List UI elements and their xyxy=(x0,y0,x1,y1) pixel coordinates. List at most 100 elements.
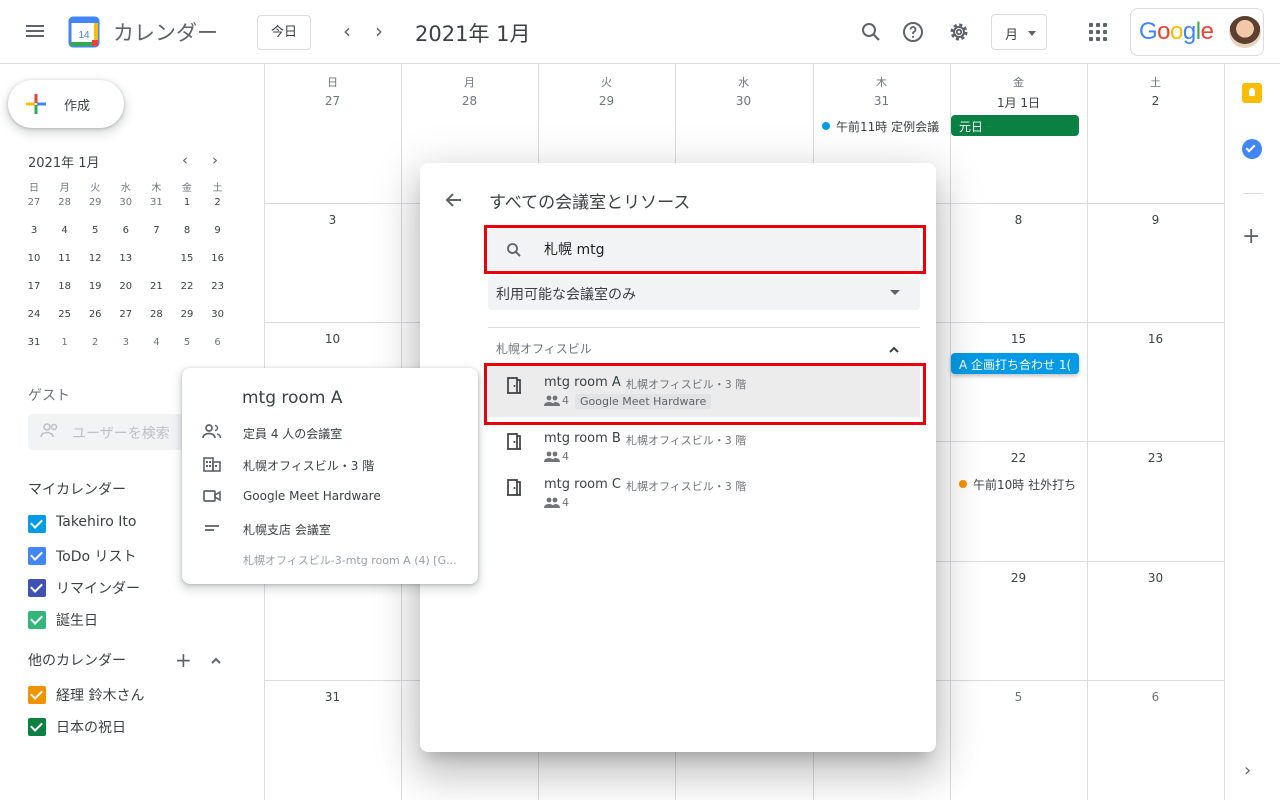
mini-day[interactable]: 2 xyxy=(81,330,109,356)
back-arrow-icon[interactable] xyxy=(444,190,464,210)
calendar-checkbox[interactable] xyxy=(28,611,46,629)
collapse-chevron-icon[interactable] xyxy=(210,652,222,664)
mini-day[interactable]: 4 xyxy=(142,330,170,356)
day-number[interactable]: 2 xyxy=(1087,94,1224,108)
day-number[interactable]: 22 xyxy=(950,451,1087,465)
main-menu-icon[interactable] xyxy=(24,22,46,42)
day-number[interactable]: 9 xyxy=(1087,213,1224,227)
day-number[interactable]: 6 xyxy=(1087,690,1224,704)
google-apps-icon[interactable] xyxy=(1089,23,1107,41)
my-calendars-heading[interactable]: マイカレンダー xyxy=(28,479,126,499)
collapse-group-icon[interactable] xyxy=(888,341,900,353)
search-icon[interactable] xyxy=(859,20,883,44)
mini-day[interactable]: 29 xyxy=(173,302,201,328)
mini-day[interactable]: 15 xyxy=(173,246,201,272)
calendar-checkbox[interactable] xyxy=(28,515,46,533)
mini-day[interactable]: 27 xyxy=(20,190,48,216)
mini-day[interactable]: 10 xyxy=(20,246,48,272)
mini-day[interactable]: 16 xyxy=(204,246,232,272)
mini-day[interactable]: 29 xyxy=(81,190,109,216)
mini-day[interactable]: 27 xyxy=(112,302,140,328)
mini-day[interactable]: 26 xyxy=(81,302,109,328)
day-number[interactable]: 31 xyxy=(813,94,950,108)
day-number[interactable]: 16 xyxy=(1087,332,1224,346)
day-number[interactable]: 10 xyxy=(264,332,401,346)
expand-panel-icon[interactable]: › xyxy=(1244,760,1251,781)
day-number[interactable]: 29 xyxy=(950,571,1087,585)
mini-day[interactable]: 12 xyxy=(81,246,109,272)
mini-day[interactable]: 28 xyxy=(142,302,170,328)
day-number[interactable]: 29 xyxy=(538,94,675,108)
popup-resource-id: 札幌オフィスビル-3-mtg room A (4) [G... xyxy=(243,554,457,567)
day-number[interactable]: 30 xyxy=(1087,571,1224,585)
mini-day[interactable]: 6 xyxy=(112,218,140,244)
help-icon[interactable] xyxy=(901,20,925,44)
mini-day[interactable]: 18 xyxy=(51,274,79,300)
day-number[interactable]: 5 xyxy=(950,690,1087,704)
mini-day[interactable]: 17 xyxy=(20,274,48,300)
settings-gear-icon[interactable] xyxy=(947,20,971,44)
mini-day[interactable]: 31 xyxy=(20,330,48,356)
mini-day[interactable]: 23 xyxy=(204,274,232,300)
view-selector[interactable]: 月 xyxy=(991,14,1047,50)
mini-day[interactable]: 14 xyxy=(142,246,170,272)
mini-day[interactable]: 5 xyxy=(173,330,201,356)
keep-icon[interactable] xyxy=(1242,83,1262,103)
avatar[interactable] xyxy=(1229,16,1261,48)
mini-day[interactable]: 11 xyxy=(51,246,79,272)
add-addon-icon[interactable]: + xyxy=(1242,224,1260,249)
mini-day[interactable]: 31 xyxy=(142,190,170,216)
mini-day[interactable]: 5 xyxy=(81,218,109,244)
holiday-event[interactable]: 元日 xyxy=(951,115,1079,136)
mini-day[interactable]: 6 xyxy=(204,330,232,356)
day-number[interactable]: 28 xyxy=(401,94,538,108)
day-number[interactable]: 15 xyxy=(950,332,1087,346)
mini-day[interactable]: 7 xyxy=(142,218,170,244)
mini-day[interactable]: 19 xyxy=(81,274,109,300)
next-period-icon[interactable]: › xyxy=(367,20,391,44)
mini-day[interactable]: 13 xyxy=(112,246,140,272)
mini-day[interactable]: 28 xyxy=(51,190,79,216)
add-calendar-icon[interactable]: + xyxy=(175,648,192,672)
calendar-checkbox[interactable] xyxy=(28,686,46,704)
mini-day[interactable]: 30 xyxy=(112,190,140,216)
tasks-icon[interactable] xyxy=(1242,139,1262,159)
mini-day[interactable]: 4 xyxy=(51,218,79,244)
calendar-checkbox[interactable] xyxy=(28,547,46,565)
mini-day[interactable]: 8 xyxy=(173,218,201,244)
mini-day[interactable]: 3 xyxy=(112,330,140,356)
mini-day[interactable]: 24 xyxy=(20,302,48,328)
previous-period-icon[interactable]: ‹ xyxy=(335,20,359,44)
today-button[interactable]: 今日 xyxy=(257,15,311,50)
day-number[interactable]: 30 xyxy=(675,94,812,108)
event-fri15[interactable]: A 企画打ち合わせ 1( xyxy=(951,353,1079,374)
mini-day[interactable]: 2 xyxy=(204,190,232,216)
account-switcher[interactable]: Google xyxy=(1130,8,1264,56)
day-number[interactable]: 1月 1日 xyxy=(950,94,1087,111)
calendar-checkbox[interactable] xyxy=(28,579,46,597)
day-number[interactable]: 3 xyxy=(264,213,401,227)
weekday-header: 水 xyxy=(738,76,749,89)
availability-filter[interactable]: 利用可能な会議室のみ xyxy=(488,276,920,310)
mini-day[interactable]: 25 xyxy=(51,302,79,328)
mini-day[interactable]: 1 xyxy=(51,330,79,356)
mini-day[interactable]: 1 xyxy=(173,190,201,216)
mini-day[interactable]: 3 xyxy=(20,218,48,244)
room-row[interactable]: mtg room C 札幌オフィスビル・3 階 4 xyxy=(488,467,920,519)
mini-day[interactable]: 22 xyxy=(173,274,201,300)
calendar-checkbox[interactable] xyxy=(28,718,46,736)
mini-day[interactable]: 30 xyxy=(204,302,232,328)
mini-day[interactable]: 9 xyxy=(204,218,232,244)
mini-day[interactable]: 21 xyxy=(142,274,170,300)
mini-next-month-icon[interactable]: › xyxy=(212,151,218,169)
day-number[interactable]: 31 xyxy=(264,690,401,704)
day-number[interactable]: 8 xyxy=(950,213,1087,227)
room-row[interactable]: mtg room B 札幌オフィスビル・3 階 4 xyxy=(488,421,920,473)
mini-day[interactable]: 20 xyxy=(112,274,140,300)
event-fri22[interactable]: 午前10時 社外打ち xyxy=(973,476,1078,493)
day-number[interactable]: 23 xyxy=(1087,451,1224,465)
day-number[interactable]: 27 xyxy=(264,94,401,108)
mini-prev-month-icon[interactable]: ‹ xyxy=(182,151,188,169)
event-thu31[interactable]: 午前11時 定例会議 xyxy=(836,118,939,135)
create-button[interactable]: 作成 xyxy=(8,80,124,128)
